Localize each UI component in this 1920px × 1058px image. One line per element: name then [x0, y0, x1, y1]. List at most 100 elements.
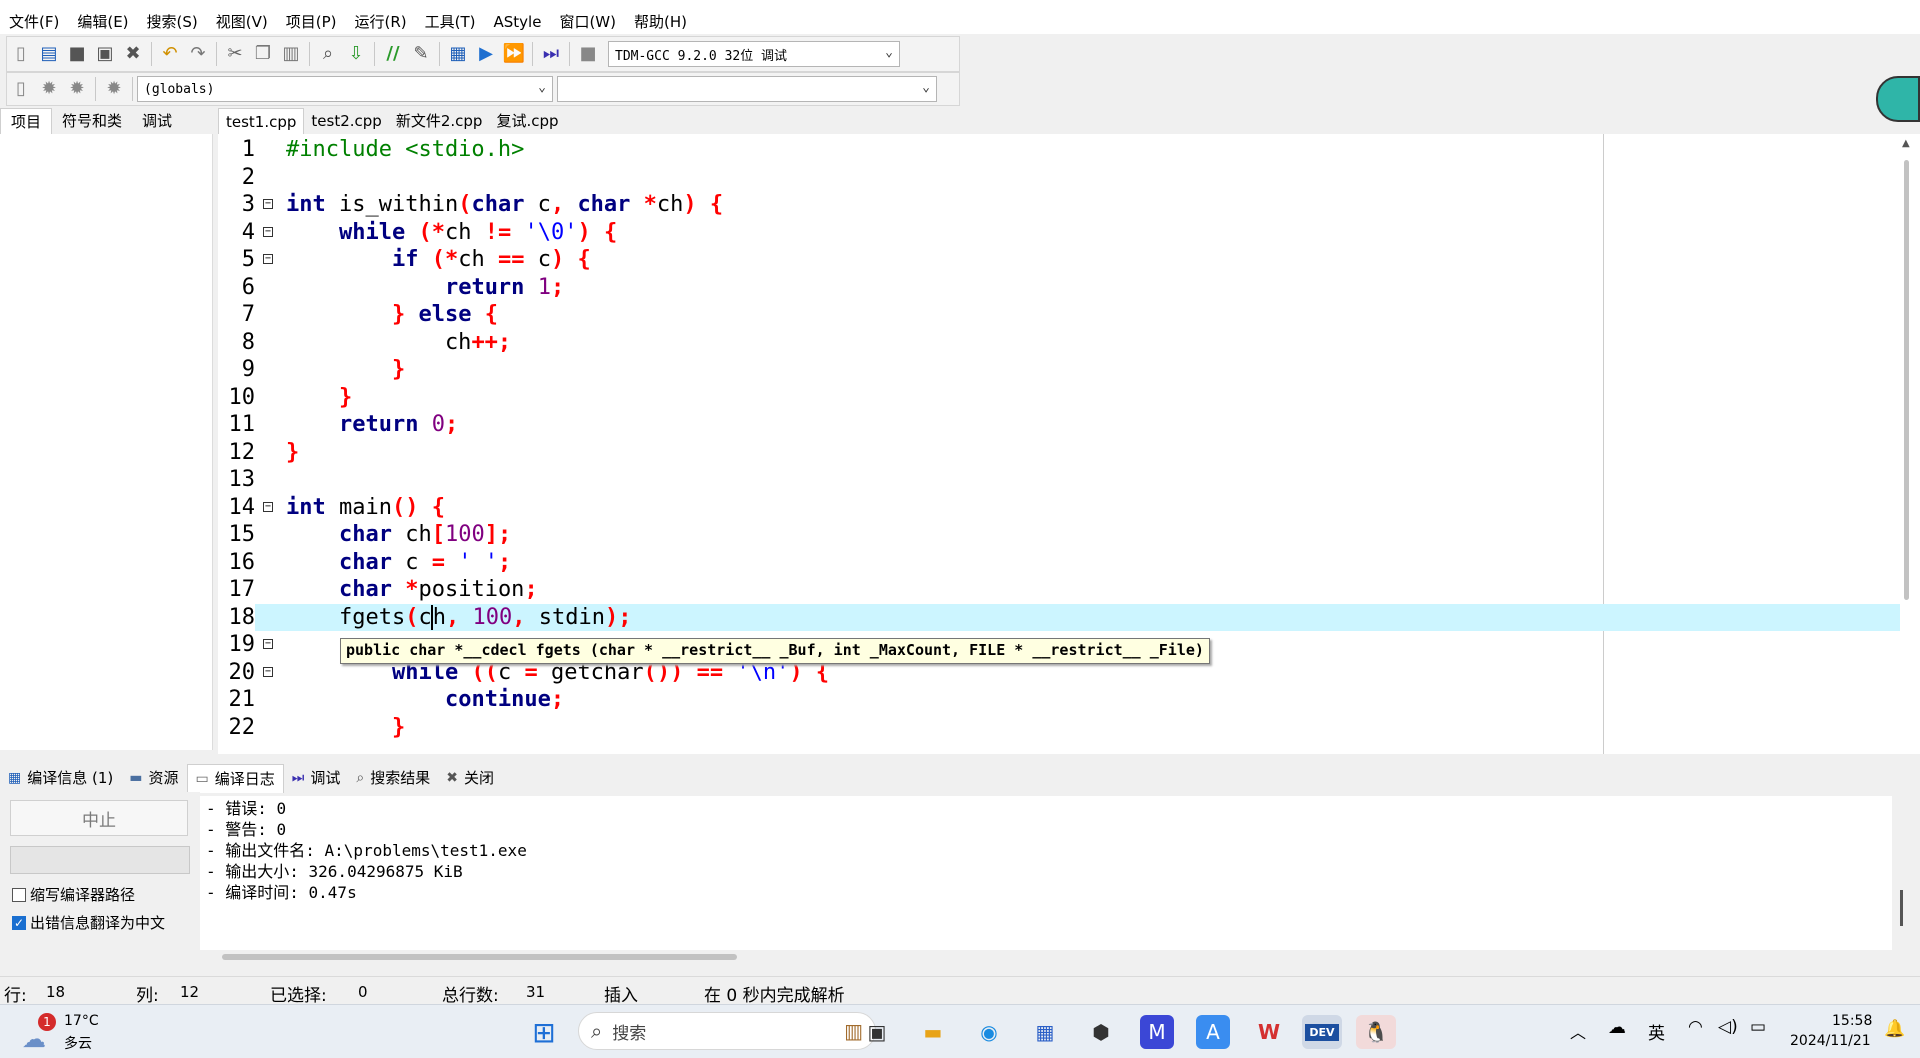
redo-icon[interactable]: ↷	[185, 41, 211, 67]
goto-icon[interactable]: ⇩	[343, 41, 369, 67]
scrollbar-thumb[interactable]	[1904, 160, 1909, 600]
tab-symbols[interactable]: 符号和类	[52, 108, 132, 134]
menu-file[interactable]: 文件(F)	[0, 10, 68, 34]
checkbox-box[interactable]	[12, 887, 26, 902]
qq-icon[interactable]: 🐧	[1356, 1015, 1396, 1049]
compiler-select[interactable]: TDM-GCC 9.2.0 32位 调试 ⌄	[608, 41, 900, 67]
wps-icon[interactable]: W	[1252, 1015, 1286, 1049]
stop-icon[interactable]: ■	[575, 41, 601, 67]
tab-debug-output[interactable]: ⏭ 调试	[284, 764, 349, 792]
menu-edit[interactable]: 编辑(E)	[68, 10, 137, 34]
total-lines-label: 总行数:	[442, 986, 499, 1006]
menu-window[interactable]: 窗口(W)	[550, 10, 625, 34]
compile-log[interactable]: - 错误: 0 - 警告: 0 - 输出文件名: A:\problems\test1…	[200, 796, 1892, 950]
app-a-icon[interactable]: A	[1196, 1015, 1230, 1049]
tab-project[interactable]: 项目	[0, 108, 53, 134]
scroll-up-icon[interactable]: ▲	[1902, 138, 1910, 149]
new-file-icon[interactable]: ▯	[8, 41, 34, 67]
file-explorer-icon[interactable]: ▬	[916, 1015, 950, 1049]
tab-test1[interactable]: test1.cpp	[218, 108, 305, 134]
menu-view[interactable]: 视图(V)	[207, 10, 277, 34]
shorten-path-checkbox[interactable]: 缩写编译器路径	[12, 884, 135, 905]
menu-run[interactable]: 运行(R)	[345, 10, 415, 34]
ime-indicator[interactable]: 英	[1648, 1019, 1665, 1044]
weather-widget[interactable]: ☁ 1	[20, 1013, 56, 1053]
menu-project[interactable]: 项目(P)	[277, 10, 346, 34]
store-icon[interactable]: ▦	[1028, 1015, 1062, 1049]
menu-tools[interactable]: 工具(T)	[416, 10, 485, 34]
volume-icon[interactable]: ◁)	[1718, 1017, 1738, 1037]
undo-icon[interactable]: ↶	[157, 41, 183, 67]
log-vscroll-thumb[interactable]	[1900, 890, 1903, 926]
tab-search-results[interactable]: ⌕ 搜索结果	[348, 764, 438, 792]
toolbar-separator	[374, 42, 375, 66]
task-view-icon[interactable]: ▣	[860, 1015, 894, 1049]
clock-date[interactable]: 2024/11/21	[1790, 1033, 1871, 1049]
checkbox-box[interactable]: ✓	[12, 915, 26, 930]
tab-test2[interactable]: test2.cpp	[304, 108, 388, 134]
battery-icon[interactable]: ▭	[1750, 1017, 1766, 1037]
chevron-up-icon[interactable]: ︿	[1570, 1019, 1586, 1043]
compile-run-icon[interactable]: ⏩	[501, 41, 527, 67]
copy-icon[interactable]: ❐	[250, 41, 276, 67]
onedrive-icon[interactable]: ☁	[1608, 1017, 1626, 1038]
tab-resources[interactable]: ▬ 资源	[121, 764, 186, 792]
compile-icon[interactable]: ▦	[445, 41, 471, 67]
tab-close[interactable]: ✖ 关闭	[438, 764, 502, 792]
save-icon[interactable]: ■	[64, 41, 90, 67]
tab-debug[interactable]: 调试	[132, 108, 182, 134]
comment-icon[interactable]: //	[380, 41, 406, 67]
stop-button[interactable]: 中止	[10, 800, 188, 836]
fold-toggle-icon[interactable]: −	[263, 501, 273, 512]
code-text: }	[391, 357, 406, 382]
book-icon: ▭	[195, 770, 209, 787]
translate-errors-checkbox[interactable]: ✓ 出错信息翻译为中文	[12, 912, 165, 933]
avatar[interactable]	[1876, 76, 1920, 122]
fold-toggle-icon[interactable]: −	[263, 226, 273, 237]
app-cube-icon[interactable]: ⬢	[1084, 1015, 1118, 1049]
taskbar-search[interactable]: ⌕ 搜索 ▥	[578, 1012, 876, 1050]
new-class-icon[interactable]: ▯	[8, 76, 34, 102]
app-m-icon[interactable]: M	[1140, 1015, 1174, 1049]
menu-search[interactable]: 搜索(S)	[138, 10, 207, 34]
fold-toggle-icon[interactable]: −	[263, 199, 273, 209]
paste-icon[interactable]: ▥	[278, 41, 304, 67]
toolbar-separator	[569, 42, 570, 66]
tab-compile-log[interactable]: ▭ 编译日志	[186, 763, 284, 793]
tab-fushi[interactable]: 复试.cpp	[489, 108, 565, 134]
close-file-icon[interactable]: ✖	[120, 41, 146, 67]
log-scrollbar[interactable]	[222, 954, 737, 960]
windows-start-icon[interactable]: ⊞	[527, 1015, 561, 1049]
line-number: 16	[228, 549, 256, 575]
open-file-icon[interactable]: ▤	[36, 41, 62, 67]
tab-newfile2[interactable]: 新文件2.cpp	[389, 108, 490, 134]
indent-icon[interactable]: ✎	[408, 41, 434, 67]
fold-toggle-icon[interactable]: −	[263, 254, 273, 264]
notification-bell-icon[interactable]: 🔔	[1884, 1019, 1905, 1039]
cut-icon[interactable]: ✂	[222, 41, 248, 67]
member-select[interactable]: ⌄	[557, 76, 937, 102]
gear-icon[interactable]: ✹	[101, 76, 127, 102]
gear-icon[interactable]: ✹	[36, 76, 62, 102]
project-panel	[0, 134, 213, 750]
save-all-icon[interactable]: ▣	[92, 41, 118, 67]
title-bar	[0, 0, 1920, 10]
fold-toggle-icon[interactable]: −	[263, 666, 273, 677]
clock-time[interactable]: 15:58	[1832, 1013, 1872, 1029]
run-icon[interactable]: ▶	[473, 41, 499, 67]
log-line: - 输出文件名: A:\problems\test1.exe	[206, 841, 527, 860]
debug-icon[interactable]: ⏭	[538, 41, 564, 67]
edge-icon[interactable]: ◉	[972, 1015, 1006, 1049]
tab-compile-info[interactable]: ▦ 编译信息 (1)	[0, 764, 121, 792]
editor-tabs: test1.cpp test2.cpp 新文件2.cpp 复试.cpp	[218, 108, 918, 134]
code-line: 3− int is_within(char c, char *ch) {	[218, 191, 1900, 219]
gear-icon[interactable]: ✹	[64, 76, 90, 102]
find-icon[interactable]: ⌕	[315, 41, 341, 67]
wifi-icon[interactable]: ◠	[1688, 1017, 1703, 1037]
scope-select[interactable]: (globals) ⌄	[137, 76, 553, 102]
devcpp-taskbar-icon[interactable]: DEV	[1302, 1015, 1342, 1049]
menu-help[interactable]: 帮助(H)	[625, 10, 696, 34]
editor-scrollbar[interactable]: ▲	[1898, 138, 1916, 750]
fold-toggle-icon[interactable]: −	[263, 639, 273, 649]
menu-astyle[interactable]: AStyle	[485, 10, 551, 34]
